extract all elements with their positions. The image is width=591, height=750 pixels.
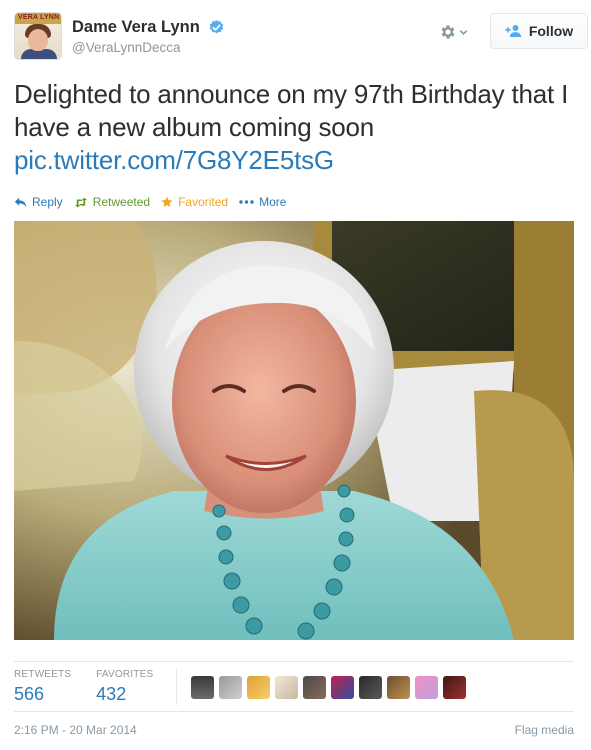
author-block: Dame Vera Lynn @VeraLynnDecca xyxy=(72,18,225,55)
tweet-body: Delighted to announce on my 97th Birthda… xyxy=(14,79,569,142)
retweets-label: RETWEETS xyxy=(14,669,72,680)
faver-avatar[interactable] xyxy=(415,676,438,699)
favorite-action[interactable]: Favorited xyxy=(161,195,228,209)
favorites-stat[interactable]: FAVORITES 432 xyxy=(96,669,153,709)
tweet-footer: 2:16 PM - 20 Mar 2014 Flag media xyxy=(14,723,574,737)
favorite-label: Favorited xyxy=(178,195,229,209)
tweet-actions: Reply Retweeted Favorited More xyxy=(14,193,297,211)
tweet-timestamp[interactable]: 2:16 PM - 20 Mar 2014 xyxy=(14,723,137,737)
avatar-figure-face xyxy=(28,29,48,51)
reply-action[interactable]: Reply xyxy=(14,195,63,209)
retweet-icon xyxy=(74,197,87,207)
retweets-stat[interactable]: RETWEETS 566 xyxy=(14,669,71,709)
retweets-count: 566 xyxy=(14,684,45,704)
faver-avatar[interactable] xyxy=(191,676,214,699)
faver-avatar[interactable] xyxy=(387,676,410,699)
faver-avatar[interactable] xyxy=(331,676,354,699)
chevron-down-icon xyxy=(459,30,468,35)
tweet-media-link[interactable]: pic.twitter.com/7G8Y2E5tsG xyxy=(14,144,334,177)
verified-icon xyxy=(210,20,224,34)
faver-avatar[interactable] xyxy=(247,676,270,699)
more-action[interactable]: More xyxy=(239,195,286,209)
follow-button-label: Follow xyxy=(528,23,574,39)
favorites-count: 432 xyxy=(96,684,127,704)
author-display-name[interactable]: Dame Vera Lynn xyxy=(72,18,200,37)
tweet-photo[interactable] xyxy=(14,221,574,640)
faver-avatar[interactable] xyxy=(443,676,466,699)
reply-label: Reply xyxy=(32,195,63,209)
author-handle[interactable]: @VeraLynnDecca xyxy=(72,40,225,55)
stats-divider-bottom xyxy=(14,711,574,712)
user-actions-dropdown[interactable] xyxy=(439,23,469,45)
flag-media-link[interactable]: Flag media xyxy=(515,723,574,737)
tweet-text: Delighted to announce on my 97th Birthda… xyxy=(14,78,574,177)
faver-avatar[interactable] xyxy=(359,676,382,699)
retweet-label: Retweeted xyxy=(92,195,151,209)
stats-separator xyxy=(176,669,177,705)
tweet-header: VERA LYNN Dame Vera Lynn @VeraLynnDecca … xyxy=(14,12,588,62)
gear-icon xyxy=(441,25,455,39)
reply-icon xyxy=(14,197,27,207)
faver-avatar[interactable] xyxy=(219,676,242,699)
faver-avatar[interactable] xyxy=(275,676,298,699)
retweet-action[interactable]: Retweeted xyxy=(74,195,150,209)
more-icon xyxy=(239,200,254,204)
avatar[interactable]: VERA LYNN xyxy=(14,12,62,60)
favorites-label: FAVORITES xyxy=(96,669,154,680)
add-user-icon xyxy=(505,25,521,37)
favoriters-avatars xyxy=(191,676,471,699)
avatar-album-text: VERA LYNN xyxy=(18,14,60,21)
follow-button[interactable]: Follow xyxy=(490,13,588,49)
faver-avatar[interactable] xyxy=(303,676,326,699)
tweet-photo-image xyxy=(14,221,574,640)
avatar-album-band: VERA LYNN xyxy=(15,13,61,24)
more-label: More xyxy=(259,195,287,209)
stats-divider-top xyxy=(14,661,574,662)
tweet-stats: RETWEETS 566 FAVORITES 432 xyxy=(14,669,178,709)
star-icon xyxy=(161,196,173,207)
